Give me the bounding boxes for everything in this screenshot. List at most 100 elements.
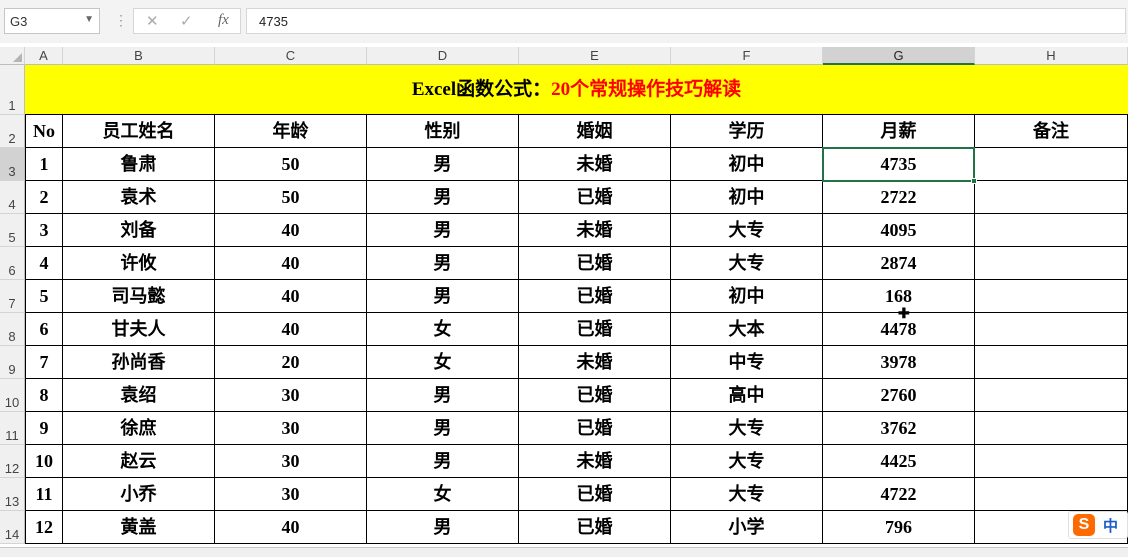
table-cell[interactable]: 2722 [823,181,975,214]
enter-icon[interactable]: ✓ [180,12,193,30]
table-cell[interactable]: 已婚 [519,181,671,214]
ime-toolbar[interactable]: S 中 [1068,511,1128,539]
table-cell[interactable]: 6 [25,313,63,346]
table-cell[interactable]: 刘备 [63,214,215,247]
header-cell[interactable]: 年龄 [215,115,367,148]
table-cell[interactable]: 50 [215,148,367,181]
table-cell[interactable]: 11 [25,478,63,511]
table-cell[interactable]: 10 [25,445,63,478]
table-cell[interactable]: 初中 [671,280,823,313]
column-header-f[interactable]: F [671,47,823,65]
table-cell[interactable]: 4735 [823,148,975,181]
table-cell[interactable]: 女 [367,478,519,511]
table-cell[interactable]: 大专 [671,412,823,445]
table-cell[interactable]: 男 [367,511,519,544]
table-cell[interactable]: 男 [367,181,519,214]
row-header-4[interactable]: 4 [0,181,25,214]
table-cell[interactable]: 男 [367,379,519,412]
table-cell[interactable]: 袁术 [63,181,215,214]
table-cell[interactable]: 未婚 [519,148,671,181]
table-cell[interactable]: 已婚 [519,313,671,346]
table-cell[interactable]: 高中 [671,379,823,412]
sheet-title-cell[interactable]: Excel函数公式：20个常规操作技巧解读 [25,65,1128,115]
column-header-b[interactable]: B [63,47,215,65]
table-cell[interactable]: 20 [215,346,367,379]
row-header-13[interactable]: 13 [0,478,25,511]
column-header-a[interactable]: A [25,47,63,65]
row-header-7[interactable]: 7 [0,280,25,313]
table-cell[interactable]: 8 [25,379,63,412]
table-cell[interactable]: 9 [25,412,63,445]
table-cell[interactable]: 2760 [823,379,975,412]
header-cell[interactable]: 月薪 [823,115,975,148]
header-cell[interactable]: 员工姓名 [63,115,215,148]
table-cell[interactable]: 赵云 [63,445,215,478]
table-cell[interactable]: 徐庶 [63,412,215,445]
column-header-g[interactable]: G [823,47,975,65]
table-cell[interactable]: 未婚 [519,346,671,379]
table-cell[interactable]: 女 [367,313,519,346]
table-cell[interactable]: 未婚 [519,214,671,247]
table-cell[interactable] [975,445,1128,478]
row-header-11[interactable]: 11 [0,412,25,445]
header-cell[interactable]: 备注 [975,115,1128,148]
table-cell[interactable]: 女 [367,346,519,379]
table-cell[interactable] [975,247,1128,280]
column-header-e[interactable]: E [519,47,671,65]
table-cell[interactable]: 大专 [671,247,823,280]
table-cell[interactable]: 男 [367,280,519,313]
cancel-icon[interactable]: ✕ [146,12,159,30]
table-cell[interactable]: 2 [25,181,63,214]
more-icon[interactable]: ⋮ [114,12,128,29]
table-cell[interactable] [975,379,1128,412]
chevron-down-icon[interactable]: ▼ [84,14,94,25]
row-header-10[interactable]: 10 [0,379,25,412]
table-cell[interactable]: 大专 [671,478,823,511]
table-cell[interactable] [975,181,1128,214]
table-cell[interactable]: 男 [367,412,519,445]
row-header-3[interactable]: 3 [0,148,25,181]
table-cell[interactable] [975,346,1128,379]
header-cell[interactable]: 学历 [671,115,823,148]
table-cell[interactable]: 40 [215,313,367,346]
table-cell[interactable]: 小乔 [63,478,215,511]
table-cell[interactable]: 40 [215,511,367,544]
table-cell[interactable] [975,313,1128,346]
row-header-6[interactable]: 6 [0,247,25,280]
table-cell[interactable]: 30 [215,379,367,412]
table-cell[interactable]: 40 [215,280,367,313]
fx-icon[interactable]: fx [218,12,229,29]
table-cell[interactable]: 未婚 [519,445,671,478]
table-cell[interactable]: 40 [215,214,367,247]
table-cell[interactable]: 已婚 [519,412,671,445]
table-cell[interactable]: 鲁肃 [63,148,215,181]
table-cell[interactable]: 男 [367,247,519,280]
table-cell[interactable]: 已婚 [519,478,671,511]
row-header-9[interactable]: 9 [0,346,25,379]
row-header-2[interactable]: 2 [0,115,25,148]
header-cell[interactable]: 性别 [367,115,519,148]
table-cell[interactable]: 黄盖 [63,511,215,544]
table-cell[interactable]: 已婚 [519,247,671,280]
table-cell[interactable] [975,478,1128,511]
table-cell[interactable]: 3978 [823,346,975,379]
fill-handle[interactable] [971,178,977,184]
table-cell[interactable]: 3 [25,214,63,247]
table-cell[interactable]: 796 [823,511,975,544]
row-header-1[interactable]: 1 [0,65,25,115]
table-cell[interactable]: 7 [25,346,63,379]
table-cell[interactable]: 3762 [823,412,975,445]
table-cell[interactable]: 司马懿 [63,280,215,313]
formula-input[interactable]: 4735 [246,8,1126,34]
table-cell[interactable]: 4 [25,247,63,280]
table-cell[interactable]: 12 [25,511,63,544]
table-cell[interactable] [975,148,1128,181]
table-cell[interactable]: 孙尚香 [63,346,215,379]
table-cell[interactable] [975,412,1128,445]
table-cell[interactable]: 50 [215,181,367,214]
table-cell[interactable]: 2874 [823,247,975,280]
table-cell[interactable]: 30 [215,412,367,445]
column-header-c[interactable]: C [215,47,367,65]
table-cell[interactable]: 男 [367,148,519,181]
table-cell[interactable]: 4095 [823,214,975,247]
